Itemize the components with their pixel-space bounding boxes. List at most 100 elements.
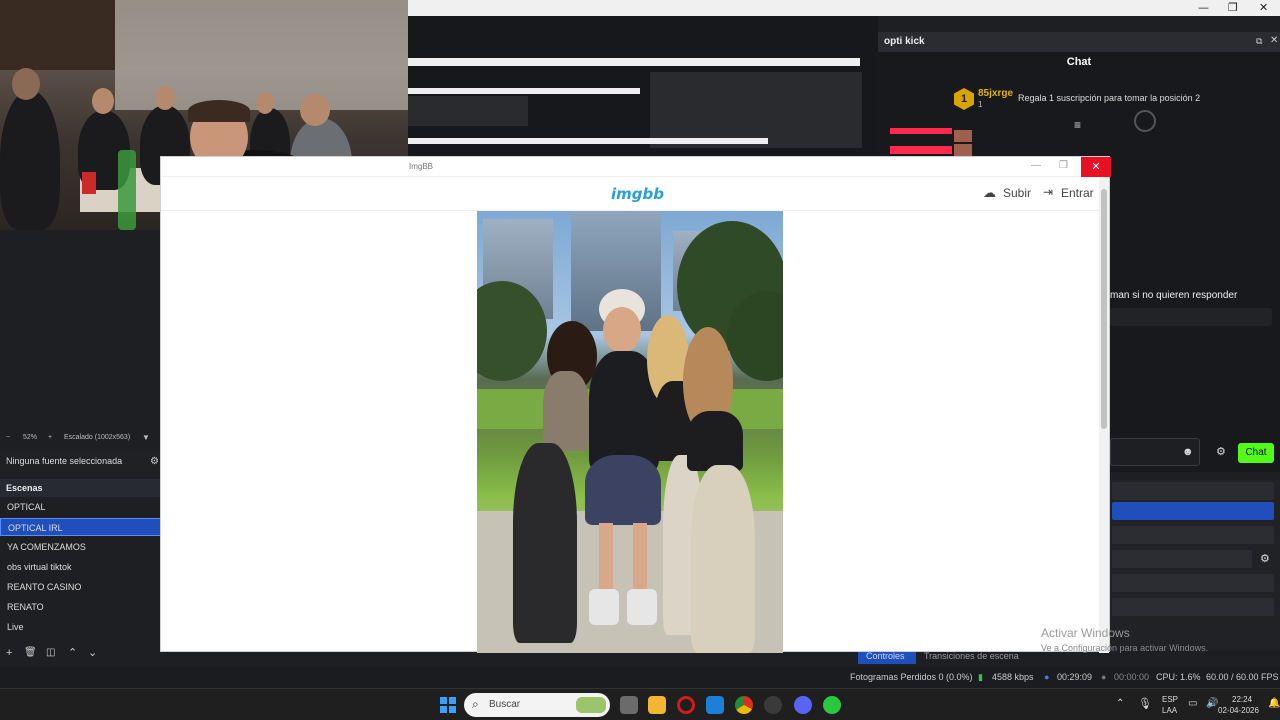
minimize-button[interactable]: — [1198,1,1209,14]
scene-item-selected[interactable]: OPTICAL IRL [0,518,162,536]
os-titlebar: — ❐ ✕ [408,0,1280,16]
undock-icon[interactable]: ⧉ [1256,36,1262,47]
obs-left-panel: − 52% + Escalado (1002x563) ▼ Ninguna fu… [0,230,162,666]
dock-row[interactable] [1112,598,1274,616]
emote-icon [954,144,972,156]
network-icon[interactable]: ▭ [1188,698,1197,709]
clock-date[interactable]: 02-04-2026 [1218,706,1259,715]
restore-button[interactable]: ❐ [1228,1,1238,14]
emoji-icon[interactable]: ☻ [1182,446,1194,458]
record-icon: ● [1101,672,1107,682]
scene-item[interactable]: RENATO [0,598,162,616]
close-icon[interactable]: ✕ [1270,35,1278,46]
dock-row[interactable] [1112,526,1274,544]
file-explorer-icon[interactable] [648,696,666,714]
volume-icon[interactable]: 🔊 [1206,698,1218,709]
obs-icon[interactable] [764,696,782,714]
nested-capture [408,88,640,94]
clock-time[interactable]: 22:24 [1232,695,1252,704]
restore-button[interactable]: ❐ [1059,160,1068,171]
filter-icon[interactable]: ≡ [1074,118,1081,132]
gift-subscription-row[interactable]: 1 85jxrge 1 Regala 1 suscripción para to… [954,88,1274,114]
emote-icon [954,130,972,142]
search-highlight-icon [576,697,606,713]
delete-icon[interactable]: 🗑 [24,647,37,658]
chat-dock-title: opti kick [878,32,1280,52]
rec-time: 00:00:00 [1114,672,1150,682]
add-scene-icon[interactable]: + [6,647,12,659]
filter-icon[interactable]: ◫ [46,647,55,658]
browser-titlebar: ImgBB — ❐ ✕ [161,157,1111,177]
dropped-frames: Fotogramas Perdidos 0 (0.0%) [850,672,973,682]
browser-window: ImgBB — ❐ ✕ imgbb ☁ Subir ⇥ Entrar [160,156,1111,653]
zoom-out-icon[interactable]: − [6,434,10,441]
obs-status-bar: Fotogramas Perdidos 0 (0.0%) ▮ 4588 kbps… [0,666,1280,688]
discord-icon[interactable] [794,696,812,714]
scene-item[interactable]: OPTICAL [0,498,162,516]
obs-preview [408,16,878,156]
move-down-icon[interactable]: ⌄ [88,646,97,659]
close-button[interactable]: ✕ [1081,157,1111,177]
upload-button[interactable]: Subir [1003,186,1031,200]
uploaded-photo[interactable] [477,211,783,653]
gift-message: Regala 1 suscripción para tomar la posic… [1018,93,1201,103]
windows-start-icon[interactable] [440,697,456,713]
dock-row[interactable] [1112,550,1252,568]
gift-username: 85jxrge [978,88,1014,99]
scenes-title: Escenas [0,479,162,497]
live-icon: ● [1044,672,1050,682]
scene-item[interactable]: Live [0,618,162,636]
scene-item[interactable]: REANTO CASINO [0,578,162,596]
login-button[interactable]: Entrar [1061,186,1094,200]
app-icon[interactable] [706,696,724,714]
taskbar: ⌕ Buscar ⌃ 🎙 ESP LAA ▭ 🔊 22:24 02-04-202… [0,688,1280,720]
chat-message [1110,308,1272,326]
login-icon: ⇥ [1043,185,1054,199]
nested-chat-capture [650,72,862,148]
fps: 60.00 / 60.00 FPS [1206,672,1279,682]
cloud-upload-icon: ☁ [983,185,996,200]
opera-icon[interactable] [677,696,695,714]
site-logo[interactable]: imgbb [611,185,664,203]
scene-item[interactable]: YA COMENZAMOS [0,538,162,556]
search-icon: ⌕ [472,697,479,711]
chrome-icon[interactable] [735,696,753,714]
gift-count: 1 [978,100,983,109]
nested-capture [408,96,528,126]
scene-item[interactable]: obs virtual tiktok [0,558,162,576]
bitrate: 4588 kbps [992,672,1034,682]
taskbar-search[interactable]: ⌕ Buscar [464,693,610,717]
notification-icon[interactable]: 🔔 [1268,698,1280,709]
keyboard-layout[interactable]: LAA [1162,706,1177,715]
gear-icon[interactable]: ⚙ [1216,445,1226,458]
move-up-icon[interactable]: ⌃ [68,646,77,659]
chat-send-button[interactable]: Chat [1238,443,1274,463]
scrollbar-thumb[interactable] [1101,189,1107,429]
close-button[interactable]: ✕ [1259,1,1268,14]
gear-icon[interactable]: ⚙ [1260,552,1270,565]
app-green-icon[interactable] [823,696,841,714]
gear-icon[interactable]: ⚙ [150,456,159,467]
zoom-level: 52% [23,434,38,441]
chat-message-text: man si no quieren responder [1110,290,1238,301]
scrollbar[interactable] [1099,177,1109,653]
dock-row[interactable] [1112,574,1274,592]
nested-capture [408,138,768,144]
live-time: 00:29:09 [1057,672,1093,682]
language[interactable]: ESP [1162,695,1178,704]
minimize-button[interactable]: — [1031,160,1041,171]
chevron-up-icon[interactable]: ⌃ [1116,698,1124,709]
activate-windows-subtitle: Ve a Configuración para activar Windows. [1041,643,1209,653]
right-dock: ⚙ [1110,480,1280,650]
chevron-down-icon[interactable]: ▼ [142,433,150,442]
chat-heading: Chat [1066,56,1092,68]
microphone-icon[interactable]: 🎙 [1138,697,1152,710]
nested-capture [408,58,860,66]
zoom-in-icon[interactable]: + [48,434,52,441]
scene-toolbar: + 🗑 ◫ ⌃ ⌄ [0,646,162,664]
rank-badge-icon: 1 [954,88,974,110]
task-view-icon[interactable] [620,696,638,714]
dock-selected-row[interactable] [1112,502,1274,520]
browser-title: ImgBB [409,162,434,171]
dock-header [1112,482,1274,500]
